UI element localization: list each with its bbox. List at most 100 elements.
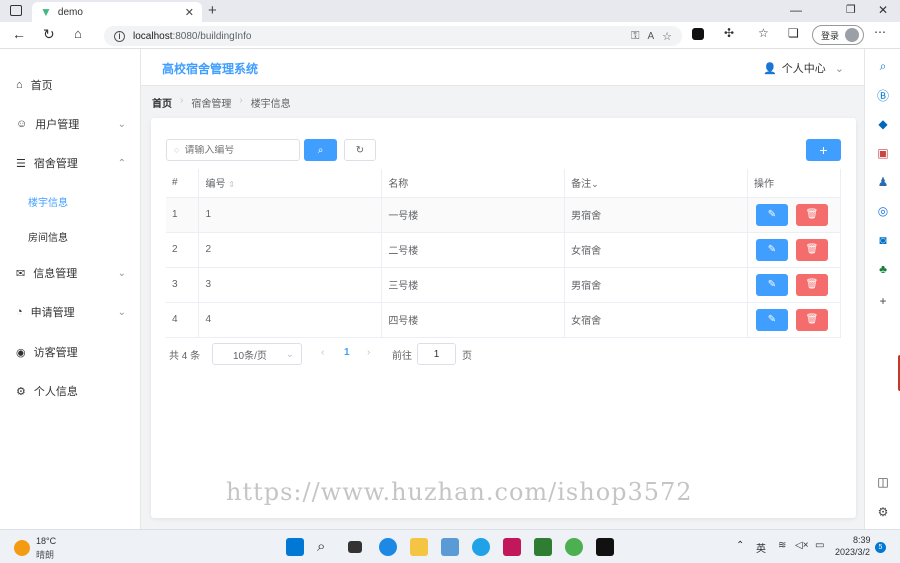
search-icon: ○ [174,145,180,155]
page-size-select[interactable]: 10条/页 ⌄ [212,343,302,365]
read-aloud-icon[interactable]: A [647,31,654,42]
sort-icon[interactable]: ⇕ [228,180,235,189]
plus-icon[interactable]: + [875,293,891,309]
file-explorer-icon[interactable] [410,538,428,556]
current-page[interactable]: 1 [344,347,350,358]
weather-icon[interactable] [14,540,30,556]
search-field[interactable] [184,144,285,156]
cell-actions: ✎ 🗑 [747,267,841,303]
sidebar-item-home[interactable]: ⌂ 首页 [0,67,140,103]
favorite-icon[interactable]: ☆ [662,30,672,43]
terminal-icon[interactable] [596,538,614,556]
intellij-icon[interactable] [503,538,521,556]
sidebar-item-users[interactable]: ☺ 用户管理 ⌄ [0,106,140,142]
cell-index: 4 [166,302,200,338]
delete-button[interactable]: 🗑 [796,273,828,296]
chevron-up-icon[interactable]: ⌃ [736,540,744,551]
task-view-icon[interactable] [348,541,362,553]
delete-button[interactable]: 🗑 [796,308,828,331]
new-tab-icon[interactable]: + [208,2,217,19]
sidebar-item-visitor[interactable]: ◉ 访客管理 [0,334,140,370]
column-header-label: 备注 [571,179,592,191]
url-field[interactable]: i localhost:8080/buildingInfo ⚿ A ☆ [104,26,682,46]
chevron-down-icon: ⌄ [117,118,126,130]
edit-button[interactable]: ✎ [756,308,788,331]
sidebar-item-room-info[interactable]: 房间信息 [0,218,140,254]
close-window-icon[interactable]: ✕ [878,3,888,17]
office-icon[interactable]: ◎ [875,203,891,219]
gear-icon[interactable]: ⚙ [875,504,891,520]
prev-page-icon[interactable]: ‹ [321,347,324,358]
cell-note: 女宿舍 [564,302,748,338]
sidebar-item-info[interactable]: ✉ 信息管理 ⌄ [0,255,140,291]
toolbox-icon[interactable]: ▣ [875,145,891,161]
collections-icon[interactable]: ❏ [788,26,799,40]
favorites-icon[interactable]: ☆ [758,26,769,40]
user-icon: ☺ [16,118,28,130]
search-icon[interactable]: ⌕ [317,538,335,556]
breadcrumb-home[interactable]: 首页 [152,95,172,110]
column-header-code[interactable]: 编号 ⇕ [198,169,383,198]
edge-browser-icon[interactable] [379,538,397,556]
browser-tab[interactable]: ▼ demo ✕ [32,2,202,22]
games-icon[interactable]: ♟ [875,174,891,190]
minimize-icon[interactable]: — [790,3,802,17]
chevron-up-icon: ⌃ [117,157,126,169]
ime-indicator[interactable]: 英 [756,540,766,555]
sidebar-toggle-icon[interactable]: ◫ [875,474,891,490]
edge-dev-icon[interactable] [472,538,490,556]
restore-icon[interactable]: ❐ [846,3,856,16]
edit-button[interactable]: ✎ [756,273,788,296]
info-icon[interactable]: i [114,30,125,42]
watermark-text: https://www.huzhan.com/ishop3572 [226,478,693,506]
photos-icon[interactable] [441,538,459,556]
reset-button[interactable]: ↻ [344,139,376,161]
puzzle-icon[interactable]: ✣ [724,26,734,40]
edit-button[interactable]: ✎ [756,203,788,226]
sidebar-item-profile[interactable]: ⚙ 个人信息 [0,373,140,409]
sidebar-item-building-info[interactable]: 楼宇信息 [0,183,140,219]
pagination-total: 共 4 条 [169,351,201,362]
add-button[interactable]: + [806,139,841,161]
column-header-note[interactable]: 备注⌄ [564,169,748,198]
bing-icon[interactable]: Ⓑ [875,87,891,103]
volume-icon[interactable]: ◁× [795,540,809,551]
search-input[interactable]: ○ [166,139,300,161]
battery-icon[interactable]: ▭ [815,540,824,551]
home-icon[interactable]: ⌂ [74,26,82,41]
delete-button[interactable]: 🗑 [796,238,828,261]
close-tab-icon[interactable]: ✕ [185,6,194,19]
notification-badge[interactable]: 5 [875,542,886,553]
hbuilder-icon[interactable] [534,538,552,556]
chevron-down-icon[interactable]: ⌄ [591,179,599,189]
key-icon[interactable]: ⚿ [631,30,639,43]
outlook-icon[interactable]: ◙ [875,232,891,248]
next-page-icon[interactable]: › [367,347,370,358]
delete-button[interactable]: 🗑 [796,203,828,226]
goto-page-input[interactable]: 1 [417,343,456,365]
start-icon[interactable] [286,538,304,556]
vue-logo-icon: ▼ [40,5,52,19]
tree-icon[interactable]: ♣ [875,261,891,277]
login-button[interactable]: 登录 [812,25,864,45]
chevron-down-icon: ⌄ [117,267,126,279]
tab-actions-icon[interactable] [10,5,22,16]
url-path: :8080/buildingInfo [172,30,252,42]
tag-icon[interactable]: ◆ [875,116,891,132]
wechat-icon[interactable] [565,538,583,556]
wifi-icon[interactable]: ≋ [778,540,786,551]
search-button[interactable]: ⌕ [304,139,337,161]
refresh-icon[interactable]: ↻ [43,26,55,43]
user-center-menu[interactable]: 👤 个人中心 ⌄ [763,60,844,76]
sidebar-item-dorm[interactable]: ☰ 宿舍管理 ⌃ [0,145,140,181]
browser-tab-strip: ▼ demo ✕ + — ❐ ✕ [0,0,900,22]
cell-note: 女宿舍 [564,232,748,268]
back-icon[interactable]: ← [12,26,26,42]
weather-temp: 18°C [36,536,57,546]
edit-button[interactable]: ✎ [756,238,788,261]
tab-title: demo [57,6,83,18]
more-icon[interactable]: ⋯ [874,25,886,39]
extension-icon[interactable] [692,28,704,40]
sidebar-item-apply[interactable]: ◔ 申请管理 ⌄ [0,294,140,330]
search-icon[interactable]: ⌕ [875,58,891,74]
